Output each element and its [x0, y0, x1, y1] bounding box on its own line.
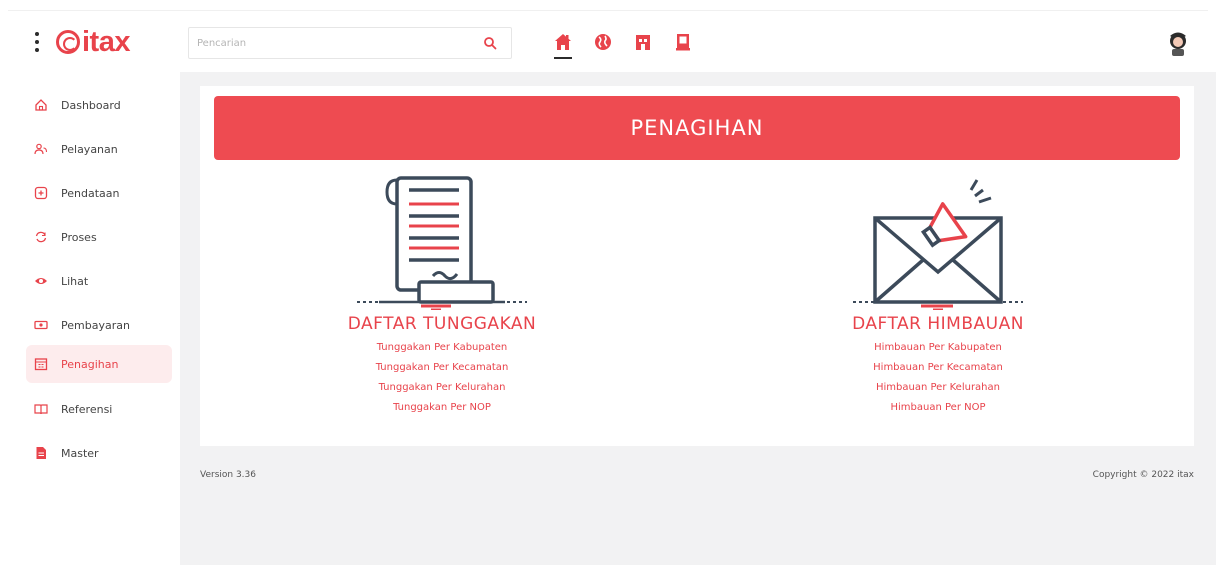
user-avatar-icon[interactable] — [1164, 27, 1192, 57]
section-himbauan: DAFTAR HIMBAUAN Himbauan Per Kabupaten H… — [808, 170, 1068, 418]
globe-icon — [595, 34, 611, 50]
document-icon — [676, 34, 690, 51]
logo-mark-icon — [56, 30, 80, 54]
sidebar-item-label: Lihat — [61, 274, 89, 288]
sidebar-item-master[interactable]: Master — [26, 434, 172, 472]
main-content: PENAGIHAN DAFTAR TUNGGAKAN Tunggakan Per… — [180, 72, 1216, 565]
logo[interactable]: itax — [56, 25, 130, 59]
section-title: DAFTAR TUNGGAKAN — [347, 314, 537, 334]
sidebar-item-label: Pelayanan — [61, 142, 118, 156]
link-tunggakan-kecamatan[interactable]: Tunggakan Per Kecamatan — [312, 358, 572, 378]
link-tunggakan-kelurahan[interactable]: Tunggakan Per Kelurahan — [312, 378, 572, 398]
home-icon — [555, 34, 571, 50]
sidebar-item-dashboard[interactable]: Dashboard — [26, 86, 172, 124]
nav-building[interactable] — [628, 25, 658, 59]
search-icon[interactable] — [483, 36, 497, 50]
home-outline-icon — [35, 99, 47, 111]
section-tunggakan: DAFTAR TUNGGAKAN Tunggakan Per Kabupaten… — [312, 170, 572, 418]
logo-text: itax — [82, 25, 130, 58]
sidebar-item-label: Proses — [61, 230, 97, 244]
link-himbauan-nop[interactable]: Himbauan Per NOP — [808, 398, 1068, 418]
sidebar-item-label: Referensi — [61, 402, 113, 416]
penagihan-card: PENAGIHAN DAFTAR TUNGGAKAN Tunggakan Per… — [200, 86, 1194, 446]
sidebar-item-label: Penagihan — [61, 357, 119, 371]
sidebar-item-lihat[interactable]: Lihat — [26, 262, 172, 300]
page-title: PENAGIHAN — [630, 116, 764, 140]
file-icon — [36, 447, 46, 459]
top-nav — [548, 25, 698, 59]
copyright-text: Copyright © 2022 itax — [1092, 470, 1194, 480]
link-himbauan-kelurahan[interactable]: Himbauan Per Kelurahan — [808, 378, 1068, 398]
sidebar-item-label: Dashboard — [61, 98, 121, 112]
sidebar-item-penagihan[interactable]: Penagihan — [26, 345, 172, 383]
nav-document[interactable] — [668, 25, 698, 59]
sidebar-item-pelayanan[interactable]: Pelayanan — [26, 130, 172, 168]
top-bar: itax — [8, 10, 1208, 72]
book-icon — [34, 404, 48, 415]
nav-globe[interactable] — [588, 25, 618, 59]
sidebar-item-label: Pendataan — [61, 186, 120, 200]
sidebar-item-label: Master — [61, 446, 99, 460]
link-tunggakan-nop[interactable]: Tunggakan Per NOP — [312, 398, 572, 418]
calendar-icon — [34, 358, 48, 371]
link-list: Himbauan Per Kabupaten Himbauan Per Keca… — [808, 338, 1068, 418]
search-box — [188, 27, 512, 59]
link-himbauan-kecamatan[interactable]: Himbauan Per Kecamatan — [808, 358, 1068, 378]
nav-home[interactable] — [548, 25, 578, 59]
sidebar-item-referensi[interactable]: Referensi — [26, 390, 172, 428]
sidebar-item-pendataan[interactable]: Pendataan — [26, 174, 172, 212]
more-menu-icon[interactable] — [32, 30, 42, 54]
page-banner: PENAGIHAN — [214, 96, 1180, 160]
sidebar-item-label: Pembayaran — [61, 318, 130, 332]
section-title: DAFTAR HIMBAUAN — [852, 314, 1024, 334]
receipt-icon — [357, 176, 527, 310]
plus-box-icon — [34, 186, 48, 200]
sidebar-item-proses[interactable]: Proses — [26, 218, 172, 256]
money-icon — [34, 320, 48, 330]
eye-icon — [35, 278, 47, 284]
cycle-icon — [35, 231, 47, 243]
users-icon — [34, 143, 48, 155]
sidebar-item-pembayaran[interactable]: Pembayaran — [26, 306, 172, 344]
link-himbauan-kabupaten[interactable]: Himbauan Per Kabupaten — [808, 338, 1068, 358]
sidebar: Dashboard Pelayanan Pendataan Proses Lih… — [8, 72, 180, 565]
search-input[interactable] — [189, 28, 459, 58]
version-text: Version 3.36 — [200, 470, 256, 480]
link-tunggakan-kabupaten[interactable]: Tunggakan Per Kabupaten — [312, 338, 572, 358]
megaphone-envelope-icon — [853, 179, 1023, 310]
link-list: Tunggakan Per Kabupaten Tunggakan Per Ke… — [312, 338, 572, 418]
building-icon — [636, 35, 650, 50]
